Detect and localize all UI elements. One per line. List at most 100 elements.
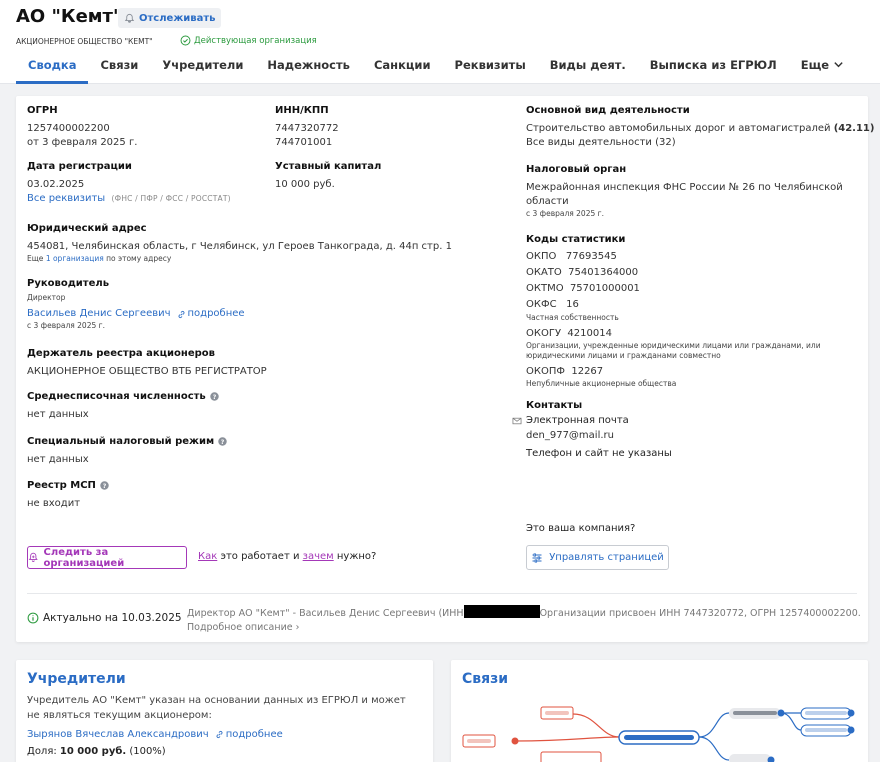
track-button[interactable]: Отслеживать [118, 8, 222, 28]
okogu-note-2: юридическими лицами и гражданами совмест… [526, 351, 721, 360]
graph-node-dot [847, 726, 855, 734]
actuality-info: Актуально на 10.03.2025 [27, 612, 182, 624]
your-company-question: Это ваша компания? [526, 523, 636, 534]
activity-label: Основной вид деятельности [526, 105, 690, 116]
links-graph[interactable] [451, 690, 868, 762]
svg-text:?: ? [221, 439, 225, 446]
manage-page-button[interactable]: Управлять страницей [526, 545, 669, 570]
registry-label: Держатель реестра акционеров [27, 348, 215, 359]
graph-node-bar [545, 711, 569, 715]
graph-node-bar [467, 739, 491, 743]
company-header: АО "Кемт" Отслеживать АКЦИОНЕРНОЕ ОБЩЕСТ… [0, 0, 880, 84]
address-more-link[interactable]: 1 организация [46, 254, 104, 263]
graph-edge [780, 712, 802, 731]
summary-card: ОГРН 1257400002200 от 3 февраля 2025 г. … [16, 96, 874, 642]
how-it-works-text: Как это работает и зачем нужно? [198, 551, 376, 562]
okfs-key: ОКФС [526, 299, 557, 310]
all-requisites-link[interactable]: Все реквизиты [27, 193, 105, 204]
graph-edge [698, 736, 730, 761]
tab-egrul[interactable]: Выписка из ЕГРЮЛ [638, 52, 789, 84]
graph-node-dot [777, 709, 785, 717]
tab-reliability[interactable]: Надежность [255, 52, 362, 84]
graph-edge [572, 713, 620, 738]
help-icon[interactable]: ? [100, 481, 109, 490]
graph-node-main-bar [624, 735, 694, 740]
capital-label: Уставный капитал [275, 161, 382, 172]
divider [27, 593, 857, 594]
mail-icon [512, 417, 522, 424]
link-icon [216, 730, 223, 739]
tab-more[interactable]: Еще [789, 52, 856, 84]
tax-office-field: Налоговый орган Межрайонная инспекция ФН… [526, 164, 843, 219]
okogu-key: ОКОГУ [526, 328, 562, 339]
actuality-text: Актуально на 10.03.2025 [43, 612, 182, 624]
headcount-label: Среднесписочная численность [27, 391, 206, 402]
tab-summary[interactable]: Сводка [16, 52, 89, 84]
company-description: Директор АО "Кемт" - Васильев Денис Серг… [187, 605, 861, 635]
address-more-suffix: по этому адресу [106, 254, 172, 263]
link-icon [178, 310, 184, 318]
tab-sanctions[interactable]: Санкции [362, 52, 443, 84]
share-value: 10 000 руб. [59, 746, 127, 757]
founders-title[interactable]: Учредители [27, 671, 126, 687]
ogrn-value: 1257400002200 [27, 123, 110, 134]
email-link[interactable]: den_977@mail.ru [526, 429, 672, 443]
capital-value: 10 000 руб. [275, 179, 335, 190]
head-name-link[interactable]: Васильев Денис Сергеевич [27, 307, 171, 321]
okogu-value: 4210014 [567, 328, 612, 339]
okopf-note: Непубличные акционерные общества [526, 379, 677, 388]
reg-date-value: 03.02.2025 [27, 179, 85, 190]
founder-details-label: подробнее [225, 729, 283, 740]
founder-name-link[interactable]: Зырянов Вячеслав Александрович [27, 729, 209, 740]
registry-field: Держатель реестра акционеров АКЦИОНЕРНОЕ… [27, 348, 267, 379]
manage-button-label: Управлять страницей [549, 552, 664, 563]
tab-links[interactable]: Связи [88, 52, 150, 84]
follow-organization-button[interactable]: Следить за организацией [27, 546, 187, 569]
tab-requisites[interactable]: Реквизиты [443, 52, 538, 84]
description-part-2: Организации присвоен ИНН 7447320772, ОГР… [539, 608, 861, 619]
okpo-value: 77693545 [565, 251, 617, 262]
all-activities-link[interactable]: Все виды деятельности [526, 137, 652, 148]
how-link[interactable]: Как [198, 551, 217, 562]
tax-office-label: Налоговый орган [526, 164, 627, 175]
founder-details-link[interactable]: подробнее [215, 729, 283, 740]
founders-description: Учредитель АО "Кемт" указан на основании… [27, 695, 406, 721]
head-details-label: подробнее [187, 308, 245, 319]
check-circle-icon [180, 35, 191, 46]
contacts-label: Контакты [526, 400, 583, 411]
head-details-link[interactable]: подробнее [177, 307, 245, 321]
kpp-value: 744701001 [275, 137, 333, 148]
graph-node-bar [733, 711, 777, 715]
okfs-value: 16 [566, 299, 579, 310]
ogrn-date: от 3 февраля 2025 г. [27, 137, 138, 148]
help-icon[interactable]: ? [218, 437, 227, 446]
stats-codes-field: Коды статистики ОКПО 77693545 ОКАТО 7540… [526, 234, 821, 389]
okato-key: ОКАТО [526, 267, 562, 278]
tab-founders[interactable]: Учредители [150, 52, 255, 84]
head-since: с 3 февраля 2025 г. [27, 321, 105, 330]
founder-share: Доля: 10 000 руб. (100%) [27, 746, 166, 757]
ogrn-label: ОГРН [27, 105, 58, 116]
company-full-name: АКЦИОНЕРНОЕ ОБЩЕСТВО "КЕМТ" [16, 37, 153, 46]
how-end: нужно? [336, 551, 377, 562]
graph-node-dot [847, 709, 855, 717]
tab-activities[interactable]: Виды деят. [538, 52, 638, 84]
links-title[interactable]: Связи [462, 671, 508, 687]
inn-field: ИНН/КПП 7447320772 744701001 [275, 105, 339, 150]
detailed-description-link[interactable]: Подробное описание › [187, 621, 861, 635]
okopf-value: 12267 [571, 366, 604, 377]
links-card: Связи [451, 660, 868, 762]
registry-link[interactable]: АКЦИОНЕРНОЕ ОБЩЕСТВО ВТБ РЕГИСТРАТОР [27, 365, 267, 379]
okfs-note: Частная собственность [526, 313, 619, 322]
description-part-1: Директор АО "Кемт" - Васильев Денис Серг… [187, 608, 464, 619]
chevron-down-icon [834, 62, 843, 68]
follow-button-label: Следить за организацией [43, 546, 125, 569]
graph-edge [514, 736, 620, 742]
msp-field: Реестр МСП ? не входит [27, 480, 109, 511]
page-title: АО "Кемт" [16, 6, 123, 27]
help-icon[interactable]: ? [210, 392, 219, 401]
why-link[interactable]: зачем [303, 551, 334, 562]
ogrn-field: ОГРН 1257400002200 от 3 февраля 2025 г. [27, 105, 137, 150]
svg-text:?: ? [103, 483, 107, 490]
activity-field: Основной вид деятельности Строительство … [526, 105, 874, 150]
